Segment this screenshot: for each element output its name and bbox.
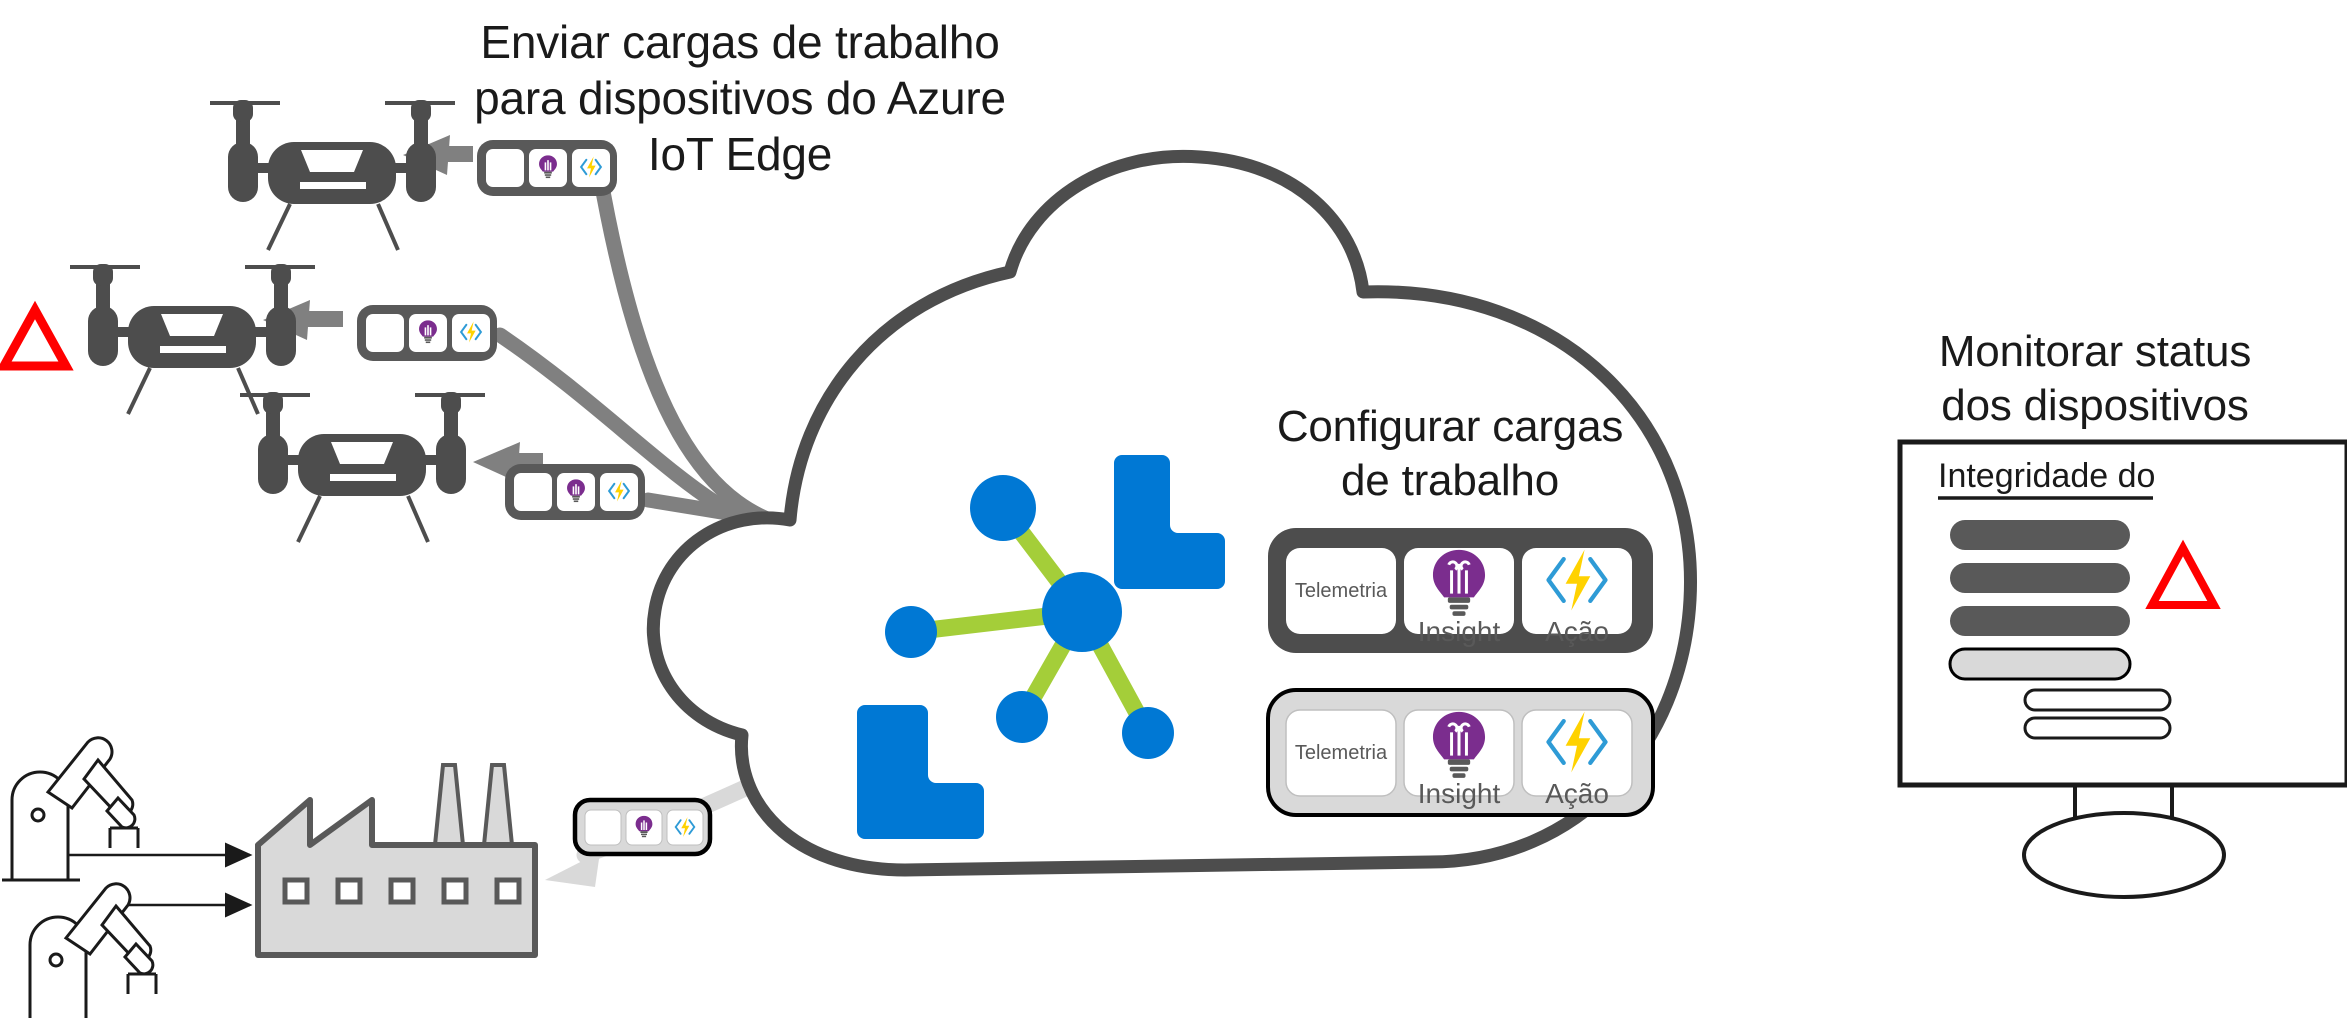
diagram-canvas: Telemetria Insight Ação Telemetria Insig… xyxy=(0,0,2347,1018)
monitor-stand xyxy=(2022,785,2226,899)
monitor-row-dark xyxy=(1950,520,2130,550)
monitor-row-outline xyxy=(2023,688,2172,712)
label-configure-workloads: Configurar cargas de trabalho xyxy=(1276,402,1624,505)
monitor[interactable]: Integridade do xyxy=(0,0,2347,1018)
label-send-workloads: Enviar cargas de trabalho para dispositi… xyxy=(474,16,1006,181)
label-monitor-status: Monitorar status dos dispositivos xyxy=(1938,327,2252,430)
monitor-row-dark xyxy=(1950,606,2130,636)
monitor-row-dark xyxy=(1950,563,2130,593)
monitor-row-outline xyxy=(2023,716,2172,740)
monitor-row-highlight xyxy=(1948,647,2132,681)
monitor-screen-title: Integridade do xyxy=(1938,457,2155,495)
